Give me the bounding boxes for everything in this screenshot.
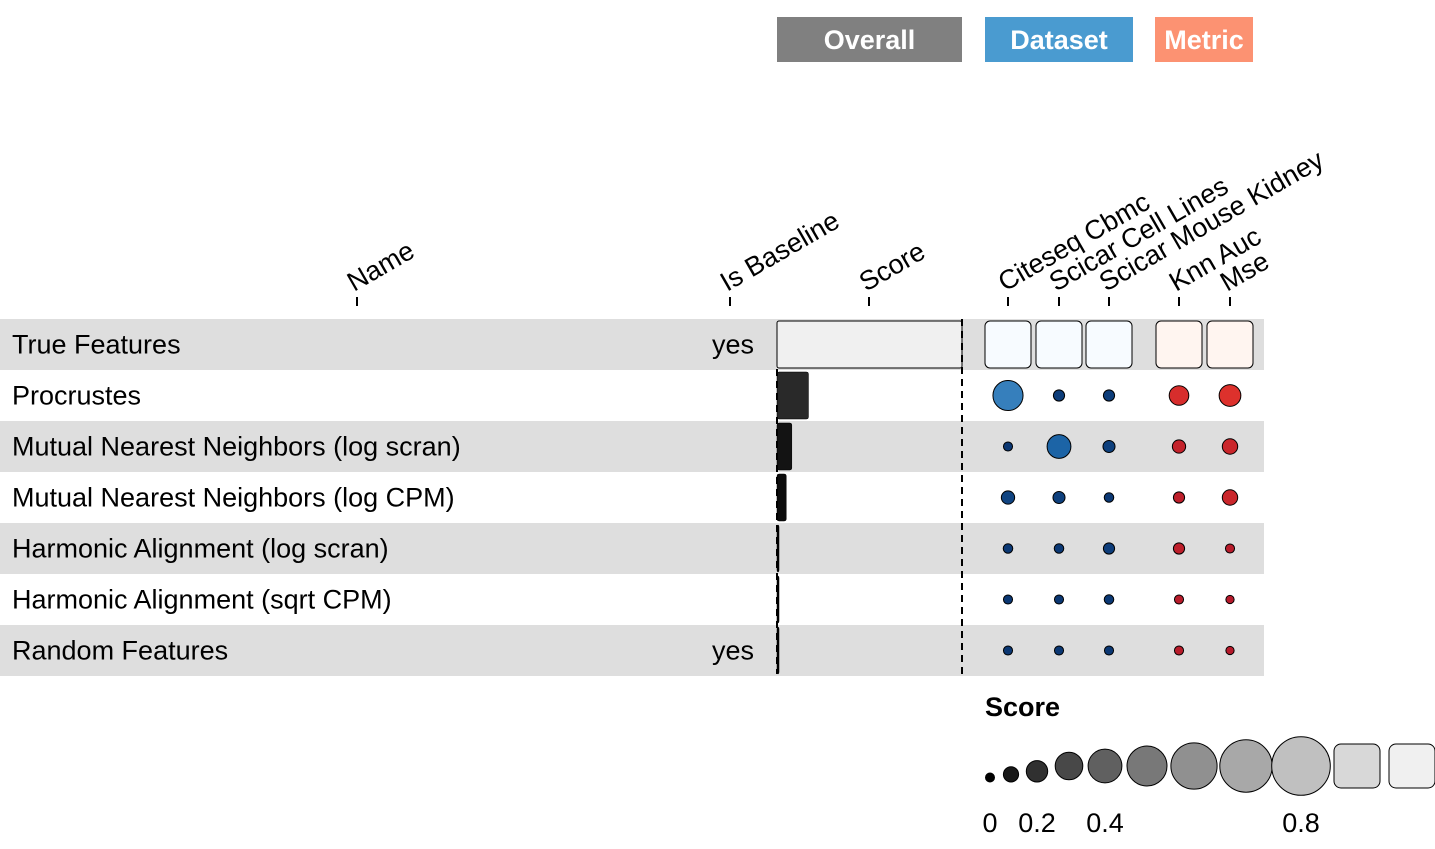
funky-heatmap: Overall Dataset MetricName Is Baseline Score…	[0, 17, 1435, 838]
legend-circle	[1002, 766, 1020, 783]
legend-tick-label: 0.8	[1282, 808, 1320, 838]
dataset-point	[1103, 594, 1115, 605]
dataset-point	[1052, 490, 1066, 505]
row-name: Harmonic Alignment (sqrt CPM)	[12, 585, 392, 615]
legend-tick-label: 0.4	[1086, 808, 1124, 838]
metric-point	[1225, 594, 1235, 605]
column-header: Is Baseline	[715, 205, 844, 297]
dataset-point	[1053, 543, 1065, 554]
row-name: Procrustes	[12, 381, 141, 411]
dataset-point	[1053, 594, 1065, 605]
dataset-point	[1053, 645, 1065, 656]
metric-point	[1224, 543, 1236, 554]
metric-point	[1172, 542, 1186, 555]
legend-circle	[985, 772, 995, 783]
legend-circle	[1126, 745, 1168, 787]
dataset-point	[992, 379, 1024, 412]
dataset-point	[1103, 645, 1115, 656]
score-bar	[776, 422, 793, 471]
dataset-cell	[1035, 320, 1083, 369]
dataset-point	[1102, 542, 1116, 555]
row-name: Mutual Nearest Neighbors (log scran)	[12, 432, 461, 462]
row-name: Harmonic Alignment (log scran)	[12, 534, 389, 564]
metric-point	[1173, 594, 1185, 605]
metric-cell	[1206, 320, 1254, 369]
row-name: Random Features	[12, 636, 228, 666]
dataset-point	[1102, 389, 1116, 402]
group-header-label: Metric	[1164, 25, 1244, 55]
dataset-point	[1052, 389, 1066, 402]
legend-swatch	[1388, 743, 1435, 789]
dataset-point	[1002, 594, 1014, 605]
metric-point	[1225, 645, 1235, 656]
legend-circle	[1219, 739, 1273, 793]
row-name: Mutual Nearest Neighbors (log CPM)	[12, 483, 455, 513]
group-header-label: Overall	[824, 25, 916, 55]
metric-point	[1218, 384, 1242, 407]
metric-point	[1221, 489, 1239, 506]
dataset-point	[1046, 434, 1072, 459]
group-header-label: Dataset	[1010, 25, 1108, 55]
score-bar	[776, 371, 809, 420]
legend-circle	[1025, 760, 1049, 783]
metric-point	[1173, 645, 1185, 656]
baseline-value: yes	[712, 330, 754, 360]
metric-point	[1168, 385, 1190, 406]
baseline-value: yes	[712, 636, 754, 666]
dataset-point	[1002, 441, 1014, 452]
metric-point	[1172, 491, 1186, 504]
metric-cell	[1155, 320, 1203, 369]
metric-point	[1221, 438, 1239, 455]
dataset-point	[1000, 490, 1016, 505]
score-bar	[776, 320, 963, 369]
column-header: Score	[854, 236, 930, 297]
dataset-point	[1102, 439, 1116, 454]
legend-swatch	[1333, 743, 1381, 789]
dataset-point	[1002, 645, 1014, 656]
legend-circle	[1054, 751, 1084, 781]
metric-point	[1171, 439, 1187, 454]
dataset-point	[1002, 543, 1014, 554]
score-bar	[776, 473, 787, 522]
column-header: Name	[342, 235, 419, 297]
legend-title: Score	[985, 692, 1060, 722]
row-name: True Features	[12, 330, 181, 360]
dataset-point	[1103, 492, 1115, 503]
dataset-cell	[1085, 320, 1133, 369]
legend-circle	[1170, 742, 1218, 790]
dataset-cell	[984, 320, 1032, 369]
legend-tick-label: 0	[982, 808, 997, 838]
legend-circle	[1271, 736, 1331, 796]
legend-circle	[1087, 748, 1123, 784]
legend-tick-label: 0.2	[1018, 808, 1056, 838]
